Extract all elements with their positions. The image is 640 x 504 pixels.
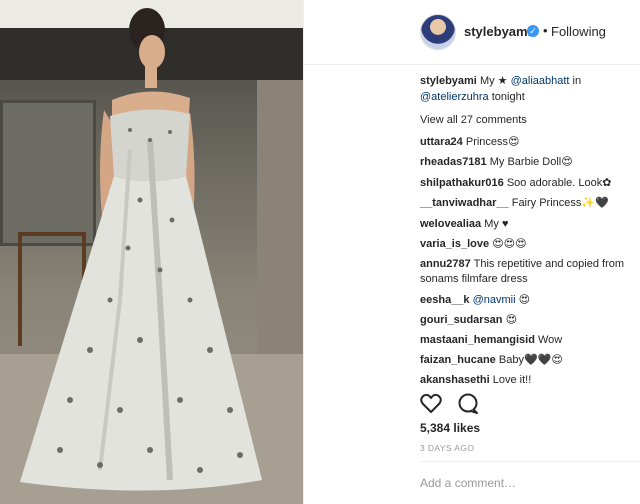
avatar[interactable] <box>420 14 456 50</box>
star-icon: ★ <box>497 75 508 87</box>
comment: gouri_sudarsan 😍 <box>420 313 517 327</box>
comment: mastaani_hemangisid Wow <box>420 333 562 347</box>
likes-count[interactable]: 5,384 likes <box>420 421 480 435</box>
comment-username[interactable]: annu2787 <box>420 258 471 270</box>
comment: akanshasethi Love it!! <box>420 373 531 387</box>
caption-mention-atelierzuhra[interactable]: @atelierzuhra <box>420 91 489 103</box>
comment-username[interactable]: akanshasethi <box>420 374 490 386</box>
post-photo[interactable] <box>0 0 303 504</box>
post-date: 3 DAYS AGO <box>420 443 475 453</box>
comment: annu2787 This repetitive and copied from <box>420 257 624 271</box>
add-comment-input[interactable]: Add a comment… <box>420 476 516 490</box>
comment: shilpathakur016 Soo adorable. Look✿ <box>420 176 611 190</box>
following-button[interactable]: Following <box>551 24 606 39</box>
header-separator: • <box>543 23 548 38</box>
comment-text: My Barbie Doll😍 <box>489 156 573 168</box>
comment-text: 😍😍😍 <box>492 238 527 250</box>
comment-text: 😍 <box>518 294 531 306</box>
comment-username[interactable]: eesha__k <box>420 294 470 306</box>
caption: stylebyami My ★ @aliaabhatt in <box>420 74 581 88</box>
heart-icon[interactable] <box>420 393 442 413</box>
comment-text: This repetitive and copied from <box>473 258 625 270</box>
comment: varia_is_love 😍😍😍 <box>420 237 527 251</box>
gown-figure <box>20 8 262 491</box>
comment-username[interactable]: mastaani_hemangisid <box>420 334 535 346</box>
comment-text: Soo adorable. Look✿ <box>506 177 612 189</box>
comment-icon[interactable] <box>458 393 478 414</box>
comment-text: My ♥ <box>484 218 509 230</box>
header-username[interactable]: stylebyami <box>464 24 531 39</box>
comment-username[interactable]: rheadas7181 <box>420 156 487 168</box>
comment-text: Wow <box>538 334 563 346</box>
caption-mention-aliaabhatt[interactable]: @aliaabhatt <box>511 75 570 87</box>
comment-username[interactable]: __tanviwadhar__ <box>420 197 509 209</box>
comment: rheadas7181 My Barbie Doll😍 <box>420 155 573 169</box>
comment-divider <box>420 461 640 462</box>
comment-username[interactable]: gouri_sudarsan <box>420 314 503 326</box>
comment: welovealiaa My ♥ <box>420 217 508 231</box>
comment: eesha__k @navmii 😍 <box>420 293 530 307</box>
comment-username[interactable]: uttara24 <box>420 136 463 148</box>
post-side-panel: stylebyami ✓ • Following stylebyami My ★… <box>304 0 640 504</box>
comment-mention[interactable]: @navmii <box>473 294 516 306</box>
comment-text: Baby🖤🖤😍 <box>498 354 563 366</box>
comment-username[interactable]: varia_is_love <box>420 238 489 250</box>
comment: __tanviwadhar__ Fairy Princess✨🖤 <box>420 196 609 210</box>
caption-text-after: tonight <box>491 91 525 103</box>
caption-text-mid: in <box>572 75 582 87</box>
comment-text: 😍 <box>505 314 518 326</box>
comment: faizan_hucane Baby🖤🖤😍 <box>420 353 563 367</box>
comment-continuation: sonams filmfare dress <box>420 273 528 285</box>
comment-username[interactable]: faizan_hucane <box>420 354 496 366</box>
caption-line-2: @atelierzuhra tonight <box>420 90 525 104</box>
verified-badge-icon: ✓ <box>527 25 539 37</box>
comment-text: Princess😍 <box>465 136 520 148</box>
comment: uttara24 Princess😍 <box>420 135 520 149</box>
comment-username[interactable]: welovealiaa <box>420 218 481 230</box>
post-header: stylebyami ✓ • Following <box>304 0 640 65</box>
comment-text: Love it!! <box>492 374 532 386</box>
comment-username[interactable]: shilpathakur016 <box>420 177 504 189</box>
caption-username[interactable]: stylebyami <box>420 75 477 87</box>
post-actions <box>420 393 490 420</box>
caption-text-before: My <box>479 75 495 87</box>
view-all-comments-link[interactable]: View all 27 comments <box>420 113 527 127</box>
comment-text: Fairy Princess✨🖤 <box>511 197 609 209</box>
